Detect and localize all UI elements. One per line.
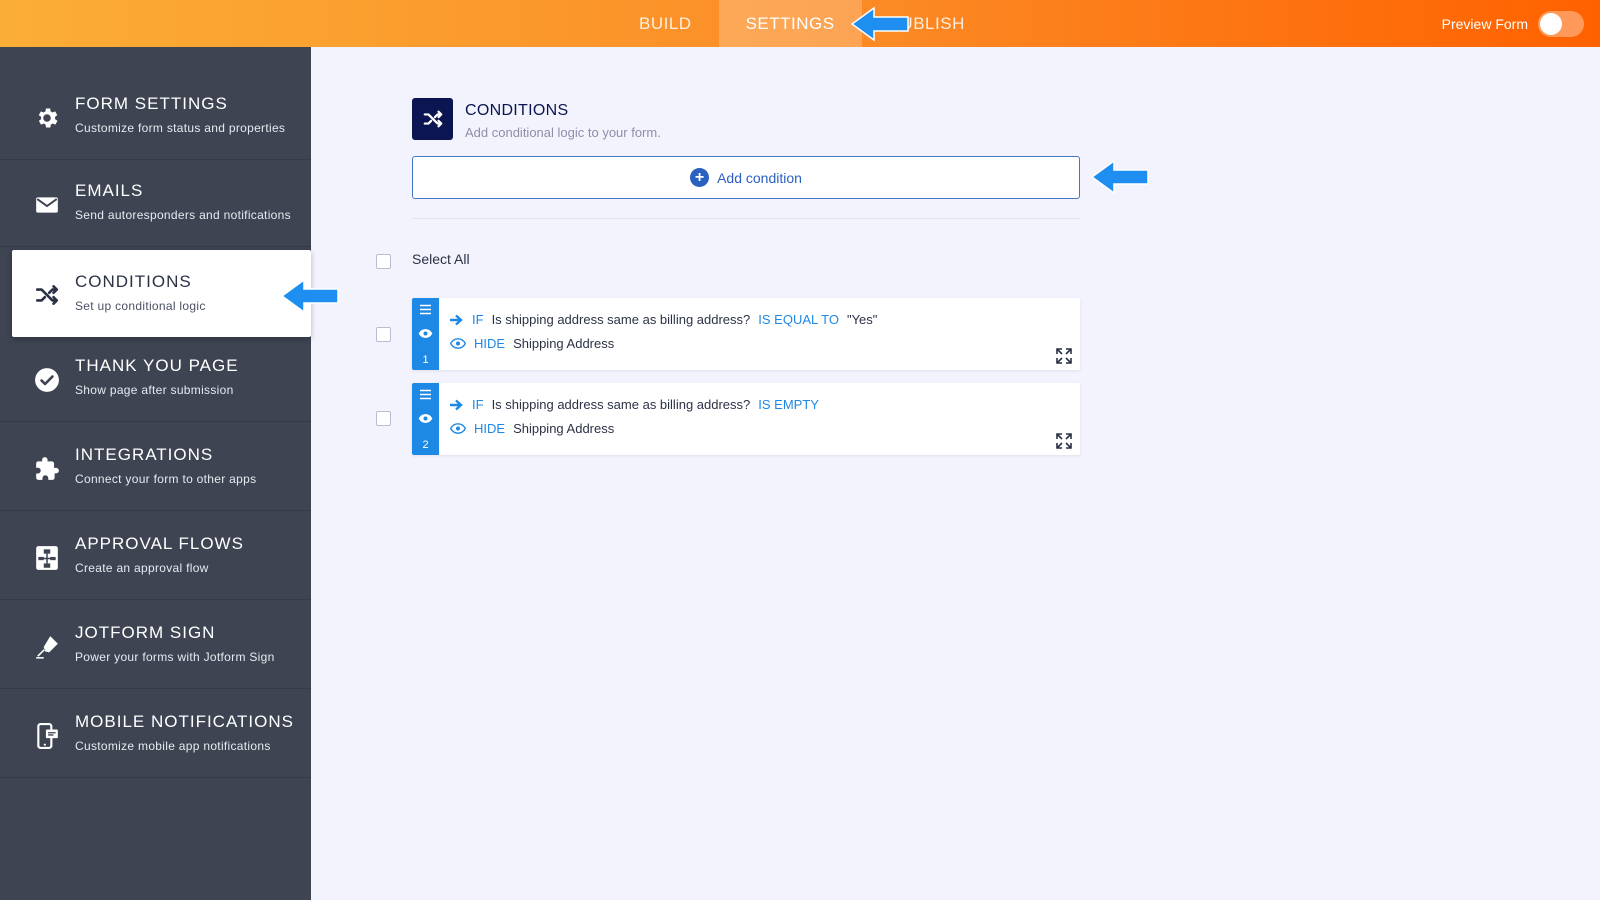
eye-icon <box>450 338 466 349</box>
sidebar-item-form-settings[interactable]: FORM SETTINGS Customize form status and … <box>0 73 311 160</box>
add-condition-button[interactable]: + Add condition <box>412 156 1080 199</box>
preview-form: Preview Form <box>1442 0 1584 47</box>
if-keyword: IF <box>472 397 484 412</box>
sidebar-item-title: INTEGRATIONS <box>75 445 214 464</box>
builder-tabs: BUILD SETTINGS PUBLISH <box>612 0 992 47</box>
action-keyword: HIDE <box>474 336 506 351</box>
puzzle-icon <box>36 457 59 480</box>
condition-strip: 2 <box>412 383 439 455</box>
condition-action-line: HIDE Shipping Address <box>450 421 614 436</box>
expand-icon[interactable] <box>1056 348 1072 364</box>
tab-build[interactable]: BUILD <box>612 0 719 47</box>
action-target: Shipping Address <box>513 421 615 436</box>
tab-settings[interactable]: SETTINGS <box>718 0 862 47</box>
page-subtitle: Add conditional logic to your form. <box>465 125 661 140</box>
sidebar-item-thank-you-page[interactable]: THANK YOU PAGE Show page after submissio… <box>0 335 311 422</box>
shuffle-icon <box>35 285 59 305</box>
sidebar-item-title: JOTFORM SIGN <box>75 623 216 642</box>
eye-icon[interactable] <box>418 328 433 339</box>
eye-icon <box>450 423 466 434</box>
sidebar-item-title: THANK YOU PAGE <box>75 356 239 375</box>
settings-sidebar: FORM SETTINGS Customize form status and … <box>0 47 311 900</box>
sidebar-item-title: MOBILE NOTIFICATIONS <box>75 712 294 731</box>
sidebar-item-title: CONDITIONS <box>75 271 192 291</box>
envelope-icon <box>36 197 58 213</box>
condition-card[interactable]: 2 IF Is shipping address same as billing… <box>412 383 1080 455</box>
sidebar-item-subtitle: Send autoresponders and notifications <box>75 208 291 222</box>
action-keyword: HIDE <box>474 421 506 436</box>
condition-action-line: HIDE Shipping Address <box>450 336 614 351</box>
preview-form-toggle[interactable] <box>1538 10 1584 37</box>
sidebar-item-title: FORM SETTINGS <box>75 94 228 113</box>
callout-arrow-icon <box>280 278 339 314</box>
condition-number: 2 <box>422 439 429 451</box>
sidebar-item-subtitle: Create an approval flow <box>75 561 209 575</box>
sidebar-item-subtitle: Customize form status and properties <box>75 121 286 135</box>
drag-handle-icon[interactable] <box>419 389 432 400</box>
sidebar-item-title: APPROVAL FLOWS <box>75 534 244 553</box>
shuffle-icon <box>423 110 442 128</box>
sidebar-item-emails[interactable]: EMAILS Send autoresponders and notificat… <box>0 160 311 247</box>
action-target: Shipping Address <box>513 336 615 351</box>
condition-field: Is shipping address same as billing addr… <box>491 397 751 412</box>
condition-if-line: IF Is shipping address same as billing a… <box>450 397 819 412</box>
toggle-knob <box>1540 12 1562 35</box>
sidebar-item-jotform-sign[interactable]: JOTFORM SIGN Power your forms with Jotfo… <box>0 602 311 689</box>
drag-handle-icon[interactable] <box>419 304 432 315</box>
condition-checkbox[interactable] <box>376 327 391 342</box>
condition-strip: 1 <box>412 298 439 370</box>
if-keyword: IF <box>472 312 484 327</box>
condition-operator: IS EQUAL TO <box>758 312 839 327</box>
condition-number: 1 <box>422 354 429 366</box>
sidebar-item-subtitle: Connect your form to other apps <box>75 472 257 486</box>
sidebar-item-conditions[interactable]: CONDITIONS Set up conditional logic <box>12 250 311 337</box>
sidebar-item-title: EMAILS <box>75 181 144 200</box>
sidebar-item-mobile-notifications[interactable]: MOBILE NOTIFICATIONS Customize mobile ap… <box>0 691 311 778</box>
sidebar-item-integrations[interactable]: INTEGRATIONS Connect your form to other … <box>0 424 311 511</box>
arrow-right-icon <box>450 399 463 410</box>
pen-icon <box>36 636 58 659</box>
sidebar-item-subtitle: Set up conditional logic <box>75 298 206 313</box>
callout-arrow-icon <box>850 6 909 42</box>
check-circle-icon <box>35 368 59 392</box>
condition-checkbox[interactable] <box>376 411 391 426</box>
callout-arrow-icon <box>1090 159 1149 195</box>
condition-card[interactable]: 1 IF Is shipping address same as billing… <box>412 298 1080 370</box>
conditions-header-icon <box>412 98 453 140</box>
mobile-icon <box>37 723 58 749</box>
top-bar: BUILD SETTINGS PUBLISH Preview Form <box>0 0 1600 47</box>
flow-icon <box>36 546 58 570</box>
sidebar-item-subtitle: Show page after submission <box>75 383 234 397</box>
page-title: CONDITIONS <box>465 102 569 119</box>
arrow-right-icon <box>450 314 463 325</box>
condition-value: "Yes" <box>846 312 878 327</box>
expand-icon[interactable] <box>1056 433 1072 449</box>
preview-form-label: Preview Form <box>1441 15 1528 32</box>
plus-circle-icon: + <box>690 168 710 187</box>
sidebar-item-approval-flows[interactable]: APPROVAL FLOWS Create an approval flow <box>0 513 311 600</box>
gear-icon <box>38 108 58 128</box>
select-all-label: Select All <box>412 251 470 267</box>
eye-icon[interactable] <box>418 413 433 424</box>
divider <box>412 218 1080 219</box>
condition-operator: IS EMPTY <box>758 397 819 412</box>
condition-field: Is shipping address same as billing addr… <box>491 312 751 327</box>
select-all-checkbox[interactable] <box>376 254 391 269</box>
condition-if-line: IF Is shipping address same as billing a… <box>450 312 877 327</box>
sidebar-item-subtitle: Customize mobile app notifications <box>75 739 271 753</box>
sidebar-item-subtitle: Power your forms with Jotform Sign <box>75 650 275 664</box>
add-condition-label: Add condition <box>717 169 802 186</box>
